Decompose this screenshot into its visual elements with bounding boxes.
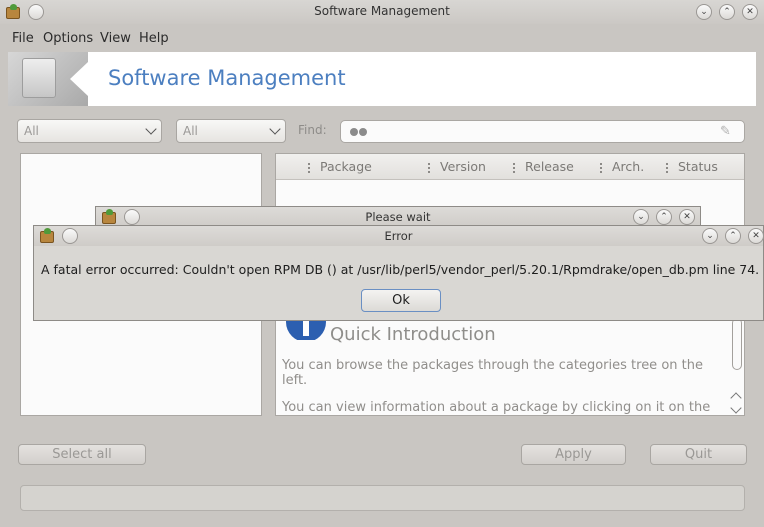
package-list-header: Package Version Release Arch. Status	[276, 154, 744, 180]
menu-view[interactable]: View	[100, 31, 131, 46]
clear-search-icon[interactable]: ✎	[720, 124, 736, 140]
find-label: Find:	[298, 123, 327, 137]
scrollbar-thumb[interactable]	[732, 318, 742, 370]
maximize-button[interactable]: ⌃	[725, 228, 741, 244]
category-filter-value: All	[24, 124, 39, 138]
select-all-button[interactable]: Select all	[18, 444, 146, 465]
please-wait-titlebar[interactable]: Please wait ⌄ ⌃ ✕	[96, 207, 700, 227]
ok-button[interactable]: Ok	[361, 289, 441, 312]
close-button[interactable]: ✕	[748, 228, 764, 244]
maximize-button[interactable]: ⌃	[656, 209, 672, 225]
type-filter-value: All	[183, 124, 198, 138]
chevron-down-icon	[145, 123, 157, 135]
info-scrollbar[interactable]	[730, 314, 744, 418]
column-arch[interactable]: Arch.	[612, 159, 644, 174]
intro-title: Quick Introduction	[330, 324, 496, 345]
type-filter-dropdown[interactable]: All	[176, 119, 286, 143]
quit-button[interactable]: Quit	[650, 444, 747, 465]
software-package-icon	[8, 52, 88, 106]
menu-options[interactable]: Options	[43, 31, 93, 46]
column-release[interactable]: Release	[525, 159, 574, 174]
close-button[interactable]: ✕	[679, 209, 695, 225]
window-titlebar[interactable]: Software Management ⌄ ⌃ ✕	[0, 0, 764, 24]
close-button[interactable]: ✕	[742, 4, 758, 20]
please-wait-title: Please wait	[365, 210, 431, 224]
menu-file[interactable]: File	[12, 31, 34, 46]
window-title: Software Management	[314, 4, 450, 18]
intro-paragraph-1: You can browse the packages through the …	[282, 358, 703, 388]
banner-title: Software Management	[108, 66, 346, 90]
error-dialog-title: Error	[384, 229, 413, 243]
column-version[interactable]: Version	[440, 159, 486, 174]
chevron-down-icon	[269, 123, 281, 135]
error-dialog: Error ⌄ ⌃ ✕ A fatal error occurred: Coul…	[33, 225, 764, 321]
find-input[interactable]: ✎	[340, 120, 745, 143]
minimize-button[interactable]: ⌄	[633, 209, 649, 225]
chevron-down-icon[interactable]	[730, 402, 742, 414]
minimize-button[interactable]: ⌄	[702, 228, 718, 244]
error-dialog-titlebar[interactable]: Error ⌄ ⌃ ✕	[34, 226, 764, 246]
info-icon	[286, 318, 326, 340]
menubar: File Options View Help	[0, 26, 764, 50]
error-message: A fatal error occurred: Couldn't open RP…	[41, 262, 764, 277]
intro-paragraph-2: You can view information about a package…	[282, 400, 711, 414]
apply-button[interactable]: Apply	[521, 444, 626, 465]
status-bar	[20, 485, 745, 511]
category-filter-dropdown[interactable]: All	[17, 119, 162, 143]
binoculars-icon[interactable]	[350, 126, 368, 138]
column-package[interactable]: Package	[320, 159, 372, 174]
header-banner: Software Management	[8, 52, 756, 106]
maximize-button[interactable]: ⌃	[719, 4, 735, 20]
column-status[interactable]: Status	[678, 159, 718, 174]
menu-help[interactable]: Help	[139, 31, 169, 46]
minimize-button[interactable]: ⌄	[696, 4, 712, 20]
